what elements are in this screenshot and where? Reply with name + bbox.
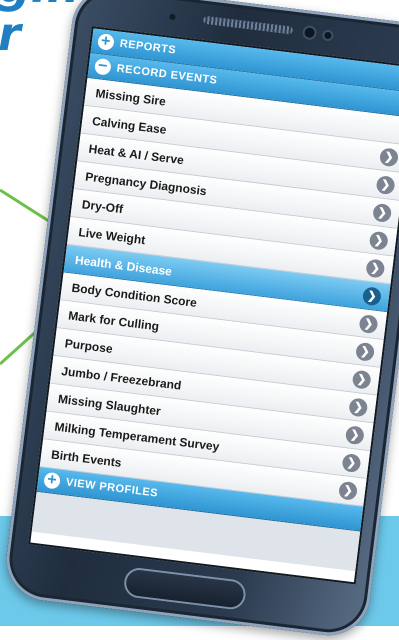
list-item-label: Mark for Culling — [67, 307, 160, 334]
chevron-right-icon: ❯ — [368, 230, 389, 251]
list-item-label: Health & Disease — [74, 252, 173, 279]
list-item-label: Live Weight — [77, 224, 147, 247]
list-item-label: Purpose — [64, 335, 114, 356]
chevron-right-icon: ❯ — [358, 313, 379, 334]
phone-screen: + REPORTS − RECORD EVENTS Missing Sire C… — [28, 26, 399, 585]
chevron-right-icon: ❯ — [344, 424, 365, 445]
chevron-right-icon: ❯ — [348, 396, 369, 417]
phone: + REPORTS − RECORD EVENTS Missing Sire C… — [1, 0, 399, 640]
list-item-label: Missing Sire — [94, 85, 167, 109]
chevron-right-icon: ❯ — [361, 285, 383, 306]
chevron-right-icon: ❯ — [351, 369, 372, 390]
chevron-right-icon: ❯ — [341, 452, 362, 473]
chevron-right-icon: ❯ — [355, 341, 376, 362]
chevron-right-icon: ❯ — [379, 146, 399, 167]
chevron-right-icon: ❯ — [375, 174, 396, 195]
section-reports-label: REPORTS — [119, 37, 177, 57]
chevron-right-icon: ❯ — [365, 257, 386, 279]
chevron-right-icon: ❯ — [372, 202, 393, 223]
expand-plus-icon: + — [43, 471, 61, 490]
list-item-label: Heat & AI / Serve — [88, 141, 185, 167]
chevron-right-icon: ❯ — [338, 480, 359, 501]
list-item-label: Calving Ease — [91, 113, 168, 137]
collapse-minus-icon: − — [93, 57, 112, 76]
list-item-label: Dry-Off — [81, 196, 124, 216]
expand-plus-icon: + — [97, 32, 115, 51]
list-item-label: Birth Events — [50, 446, 123, 470]
